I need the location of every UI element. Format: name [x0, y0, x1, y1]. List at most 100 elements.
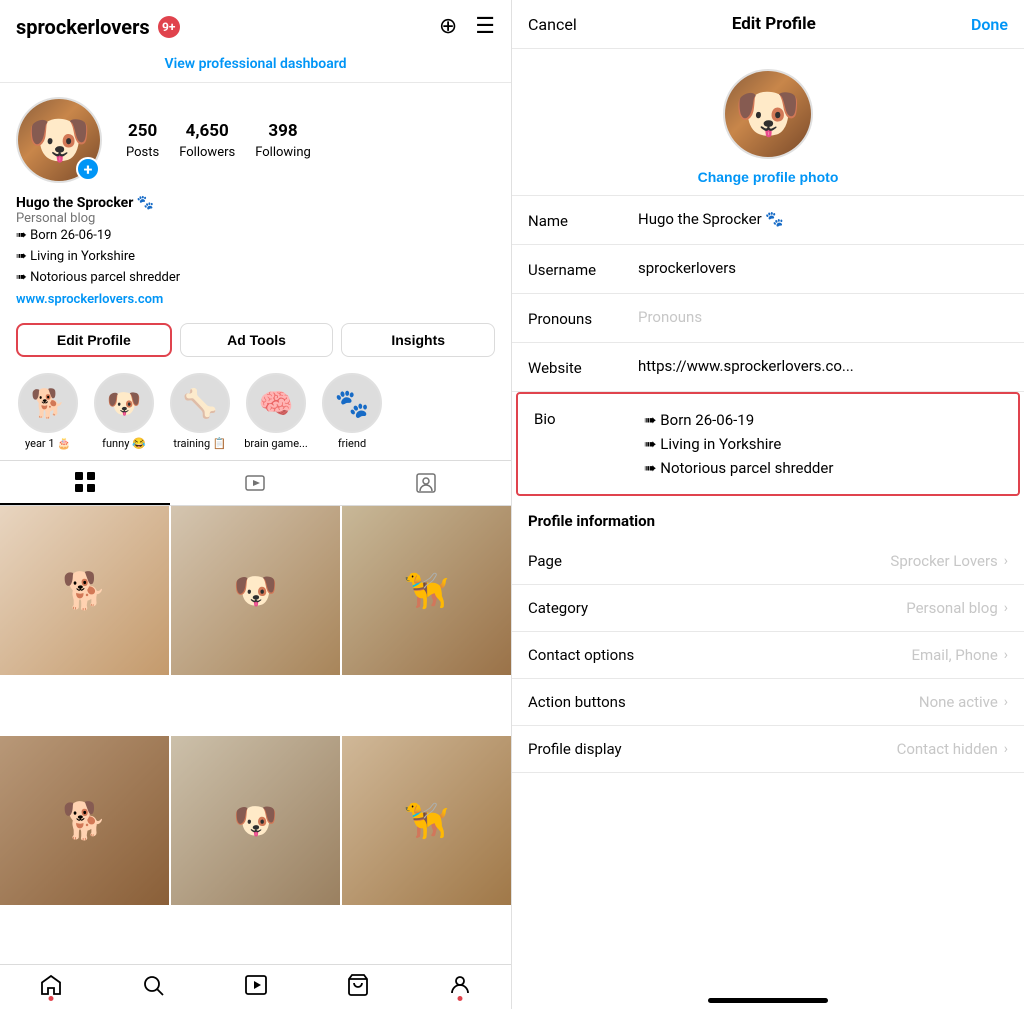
- avatar-container: +: [16, 97, 102, 183]
- pronouns-value[interactable]: Pronouns: [638, 308, 1008, 326]
- action-buttons-value: None active: [919, 693, 998, 711]
- stat-following[interactable]: 398 Following: [255, 121, 311, 160]
- right-panel: Cancel Edit Profile Done 🐶 Change profil…: [512, 0, 1024, 1009]
- bio-label: Bio: [534, 408, 644, 428]
- contact-right: Email, Phone ›: [911, 646, 1008, 664]
- form-fields: Name Hugo the Sprocker 🐾 Username sprock…: [512, 196, 1024, 990]
- profile-section: + 250 Posts 4,650 Followers 398 Followin…: [0, 83, 511, 193]
- add-story-button[interactable]: +: [76, 157, 100, 181]
- following-label: Following: [255, 145, 311, 160]
- pro-dashboard-link[interactable]: View professional dashboard: [165, 56, 347, 72]
- left-panel: sprockerlovers 9+ ⊕ ☰ View professional …: [0, 0, 512, 1009]
- info-row-contact[interactable]: Contact options Email, Phone ›: [512, 632, 1024, 679]
- profile-category: Personal blog: [16, 211, 495, 226]
- notification-badge: 9+: [158, 16, 180, 38]
- info-row-profile-display[interactable]: Profile display Contact hidden ›: [512, 726, 1024, 773]
- bio-edit-line-3: ➠ Notorious parcel shredder: [644, 456, 1002, 480]
- field-row-name: Name Hugo the Sprocker 🐾: [512, 196, 1024, 245]
- nav-home[interactable]: [0, 973, 102, 997]
- story-label-training: training 📋: [173, 437, 226, 450]
- category-label: Category: [528, 599, 588, 617]
- field-row-username: Username sprockerlovers: [512, 245, 1024, 294]
- tab-bar: [0, 460, 511, 506]
- story-label-friends: friend: [338, 437, 366, 450]
- menu-icon[interactable]: ☰: [475, 14, 495, 39]
- photo-cell-4[interactable]: 🐕: [0, 736, 169, 905]
- story-item-year1[interactable]: 🐕 year 1 🎂: [16, 373, 80, 450]
- bio-line-1: ➠ Born 26-06-19: [16, 226, 495, 247]
- story-item-friends[interactable]: 🐾 friend: [320, 373, 384, 450]
- tab-grid[interactable]: [0, 461, 170, 505]
- action-buttons-label: Action buttons: [528, 693, 626, 711]
- edit-profile-title: Edit Profile: [732, 14, 816, 34]
- page-value: Sprocker Lovers: [890, 552, 997, 570]
- nav-search[interactable]: [102, 973, 204, 997]
- header-left: sprockerlovers 9+: [16, 15, 180, 39]
- nav-shop[interactable]: [307, 973, 409, 997]
- action-buttons-right: None active ›: [919, 693, 1008, 711]
- field-row-bio: Bio ➠ Born 26-06-19 ➠ Living in Yorkshir…: [516, 392, 1020, 496]
- bio-website-link[interactable]: www.sprockerlovers.com: [16, 292, 163, 307]
- action-buttons-row: Edit Profile Ad Tools Insights: [0, 317, 511, 367]
- website-value[interactable]: https://www.sprockerlovers.co...: [638, 357, 1008, 375]
- bio-line-3: ➠ Notorious parcel shredder: [16, 268, 495, 289]
- contact-label: Contact options: [528, 646, 634, 664]
- category-right: Personal blog ›: [906, 599, 1008, 617]
- stat-followers[interactable]: 4,650 Followers: [179, 121, 235, 160]
- field-row-pronouns: Pronouns Pronouns: [512, 294, 1024, 343]
- info-row-action-buttons[interactable]: Action buttons None active ›: [512, 679, 1024, 726]
- app-header: sprockerlovers 9+ ⊕ ☰: [0, 0, 511, 49]
- insights-button[interactable]: Insights: [341, 323, 495, 357]
- field-row-website: Website https://www.sprockerlovers.co...: [512, 343, 1024, 392]
- edit-profile-button[interactable]: Edit Profile: [16, 323, 172, 357]
- photo-cell-6[interactable]: 🦮: [342, 736, 511, 905]
- story-item-training[interactable]: 🦴 training 📋: [168, 373, 232, 450]
- name-label: Name: [528, 210, 638, 230]
- bio-edit-line-2: ➠ Living in Yorkshire: [644, 432, 1002, 456]
- posts-label: Posts: [126, 145, 159, 160]
- bio-field-value[interactable]: ➠ Born 26-06-19 ➠ Living in Yorkshire ➠ …: [644, 408, 1002, 480]
- info-row-category[interactable]: Category Personal blog ›: [512, 585, 1024, 632]
- photo-cell-3[interactable]: 🦮: [342, 506, 511, 675]
- pro-dashboard-section: View professional dashboard: [0, 49, 511, 83]
- done-button[interactable]: Done: [971, 15, 1008, 34]
- bio-section: Hugo the Sprocker 🐾 Personal blog ➠ Born…: [0, 193, 511, 317]
- page-right: Sprocker Lovers ›: [890, 552, 1008, 570]
- bio-line-2: ➠ Living in Yorkshire: [16, 247, 495, 268]
- category-value: Personal blog: [906, 599, 998, 617]
- action-buttons-chevron-icon: ›: [1004, 694, 1008, 710]
- profile-display-label: Profile display: [528, 740, 622, 758]
- tab-video[interactable]: [170, 461, 340, 505]
- stat-posts[interactable]: 250 Posts: [126, 121, 159, 160]
- tab-tagged[interactable]: [341, 461, 511, 505]
- info-row-page[interactable]: Page Sprocker Lovers ›: [512, 538, 1024, 585]
- photo-grid: 🐕 🐶 🦮 🐕 🐶 🦮: [0, 506, 511, 964]
- change-profile-photo-button[interactable]: Change profile photo: [698, 169, 839, 185]
- bottom-nav: [0, 964, 511, 1009]
- nav-reels[interactable]: [204, 973, 306, 997]
- story-circle-friends: 🐾: [322, 373, 382, 433]
- profile-photo-section: 🐶 Change profile photo: [512, 49, 1024, 196]
- edit-profile-header: Cancel Edit Profile Done: [512, 0, 1024, 49]
- story-item-brain-game[interactable]: 🧠 brain game...: [244, 373, 308, 450]
- nav-profile[interactable]: [409, 973, 511, 997]
- photo-cell-5[interactable]: 🐶: [171, 736, 340, 905]
- header-icons: ⊕ ☰: [439, 14, 495, 39]
- profile-information-header: Profile information: [512, 496, 1024, 538]
- story-item-funny[interactable]: 🐶 funny 😂: [92, 373, 156, 450]
- cancel-button[interactable]: Cancel: [528, 15, 577, 34]
- website-label: Website: [528, 357, 638, 377]
- ad-tools-button[interactable]: Ad Tools: [180, 323, 334, 357]
- stories-row: 🐕 year 1 🎂 🐶 funny 😂 🦴 training 📋 🧠 brai…: [0, 367, 511, 460]
- username-value[interactable]: sprockerlovers: [638, 259, 1008, 277]
- story-label-year1: year 1 🎂: [25, 437, 71, 450]
- posts-count: 250: [126, 121, 159, 141]
- page-label: Page: [528, 552, 562, 570]
- stats-row: 250 Posts 4,650 Followers 398 Following: [126, 121, 311, 160]
- followers-label: Followers: [179, 145, 235, 160]
- story-label-brain-game: brain game...: [244, 437, 308, 450]
- add-post-icon[interactable]: ⊕: [439, 14, 457, 39]
- photo-cell-2[interactable]: 🐶: [171, 506, 340, 675]
- name-value[interactable]: Hugo the Sprocker 🐾: [638, 210, 1008, 228]
- photo-cell-1[interactable]: 🐕: [0, 506, 169, 675]
